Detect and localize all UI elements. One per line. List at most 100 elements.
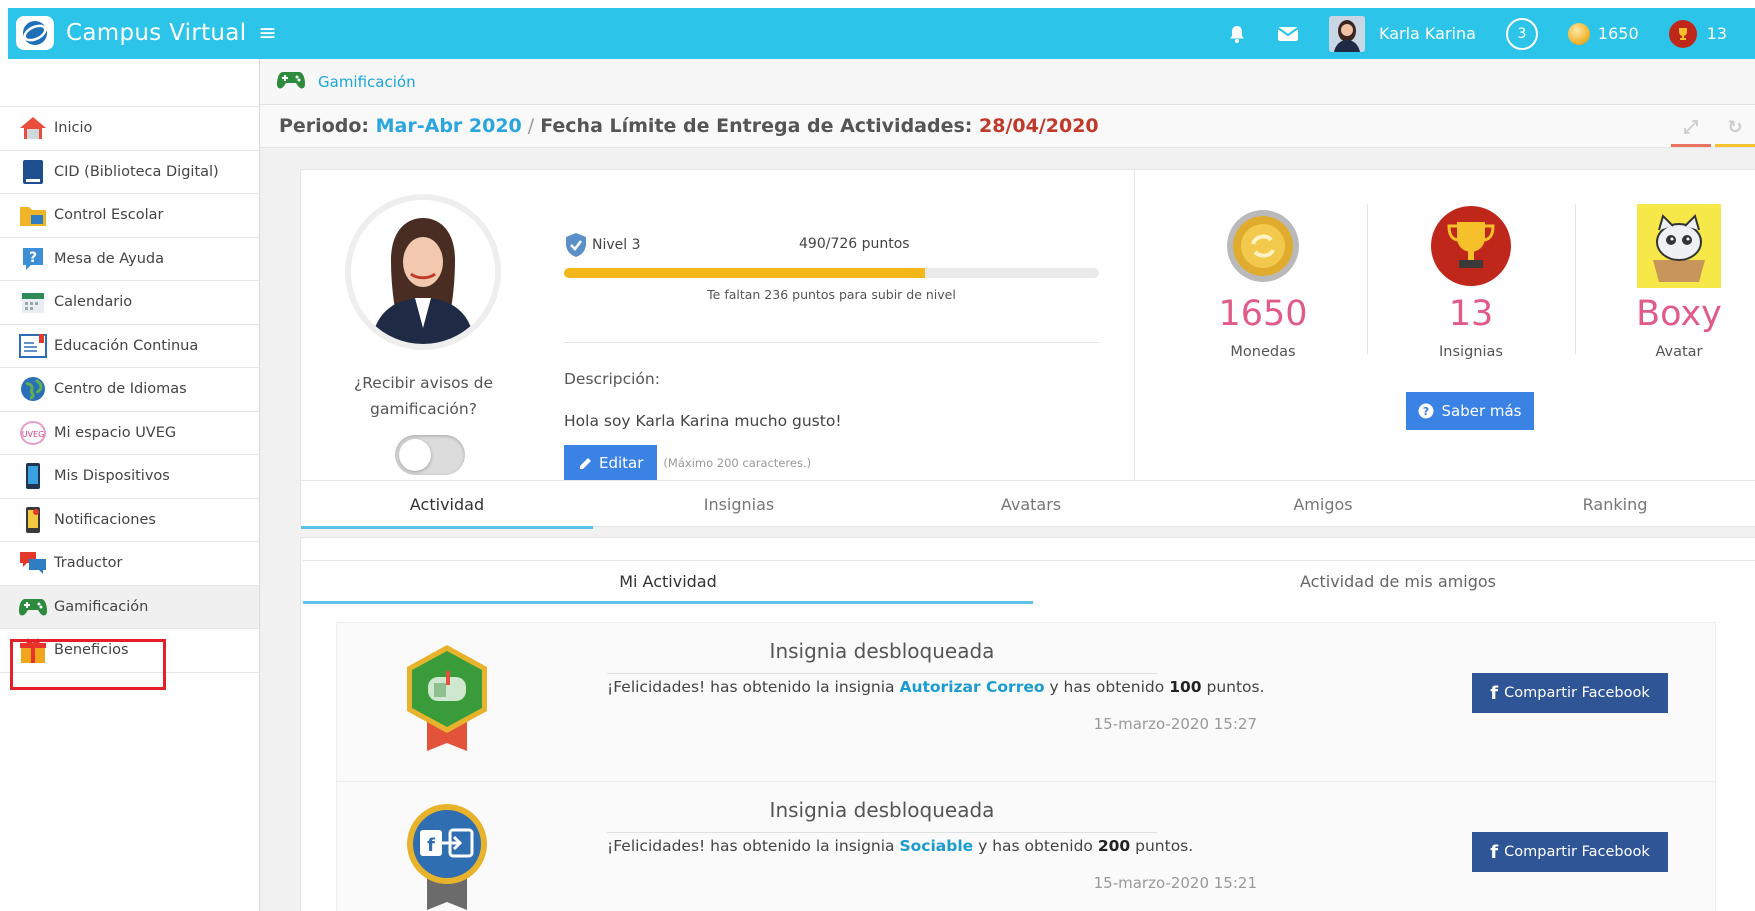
edit-description-button[interactable]: Editar (564, 445, 658, 481)
brand[interactable]: Campus Virtual ≡ (16, 16, 277, 50)
feed-badge-name[interactable]: Sociable (899, 837, 973, 855)
sidebar-item-calendario[interactable]: Calendario (0, 281, 259, 325)
feed-date: 15-marzo-2020 15:21 (1093, 874, 1257, 892)
vertical-divider (1134, 170, 1135, 480)
svg-text:?: ? (1423, 405, 1429, 418)
user-menu[interactable]: Karla Karina (1329, 15, 1476, 52)
user-avatar (1329, 15, 1365, 52)
menu-toggle-icon[interactable]: ≡ (258, 21, 276, 46)
fullscreen-icon[interactable]: ⤢ (1671, 117, 1711, 147)
activity-subtabs: Mi Actividad Actividad de mis amigos (303, 560, 1755, 604)
edit-hint: (Máximo 200 caracteres.) (663, 456, 812, 470)
question-circle-icon: ? (1418, 403, 1434, 419)
folder-icon (18, 200, 48, 230)
profile-photo (351, 200, 495, 344)
sidebar-item-label: Calendario (54, 294, 133, 311)
sidebar-item-cid[interactable]: CID (Biblioteca Digital) (0, 151, 259, 194)
divider (564, 342, 1099, 343)
sidebar-item-label: Educación Continua (54, 337, 199, 354)
avatar-label: Avatar (1655, 344, 1703, 360)
sidebar-item-label: Gamificación (54, 598, 149, 615)
sidebar-item-inicio[interactable]: Inicio (0, 107, 259, 151)
feed-badge-name[interactable]: Autorizar Correo (899, 678, 1044, 696)
feed-text-mid: y has obtenido (973, 837, 1098, 855)
share-facebook-button[interactable]: f Compartir Facebook (1472, 832, 1668, 872)
sidebar-item-beneficios[interactable]: Beneficios (0, 629, 259, 673)
tab-amigos[interactable]: Amigos (1177, 481, 1469, 527)
trophies-indicator[interactable]: 13 (1668, 19, 1727, 48)
help-icon: ? (18, 244, 48, 274)
feed-title: Insignia desbloqueada (769, 798, 995, 822)
tab-ranking[interactable]: Ranking (1469, 481, 1755, 527)
refresh-icon[interactable]: ↻ (1715, 117, 1755, 147)
stat-divider (1367, 204, 1368, 354)
coins-value: 1650 (1218, 294, 1308, 334)
list-item: f Insignia desbloqueada ¡Felicidades! ha… (336, 782, 1716, 911)
user-name: Karla Karina (1379, 24, 1476, 43)
tab-insignias[interactable]: Insignias (593, 481, 885, 527)
share-label: Compartir Facebook (1504, 844, 1650, 860)
stat-divider (1575, 204, 1576, 354)
feed-text-mid: y has obtenido (1044, 678, 1170, 696)
mail-icon[interactable] (1277, 26, 1299, 42)
level-progress-bar (564, 268, 1099, 278)
badges-stat: 13 Insignias (1369, 204, 1573, 360)
learn-more-label: Saber más (1441, 402, 1522, 420)
profile-card: ¿Recibir avisos de gamificación? Nivel 3… (300, 169, 1755, 529)
document-icon (18, 331, 48, 361)
activity-panel: Mi Actividad Actividad de mis amigos Ins… (300, 537, 1755, 911)
level-remaining: Te faltan 236 puntos para subir de nivel (707, 287, 956, 302)
divider (607, 832, 1157, 833)
feed-text-post: puntos. (1201, 678, 1265, 696)
sidebar-item-centro-idiomas[interactable]: Centro de Idiomas (0, 368, 259, 412)
phone-icon (18, 461, 48, 491)
bell-icon[interactable] (1227, 24, 1247, 44)
feed-text: ¡Felicidades! has obtenido la insignia A… (607, 678, 1265, 696)
notification-phone-icon (18, 505, 48, 535)
space-icon: UVEG (18, 418, 48, 448)
list-item: Insignia desbloqueada ¡Felicidades! has … (336, 622, 1716, 782)
notify-label: ¿Recibir avisos de gamificación? (353, 374, 494, 418)
tab-actividad-amigos[interactable]: Actividad de mis amigos (1033, 561, 1755, 602)
breadcrumb-label[interactable]: Gamificación (318, 73, 416, 91)
book-icon (18, 157, 48, 187)
facebook-icon: f (1490, 682, 1499, 704)
sidebar-item-control-escolar[interactable]: Control Escolar (0, 194, 259, 238)
sidebar-item-mis-dispositivos[interactable]: Mis Dispositivos (0, 455, 259, 499)
deadline-label: Fecha Límite de Entrega de Actividades: (540, 115, 973, 137)
sidebar-item-label: Beneficios (54, 642, 129, 659)
app-title: Campus Virtual (66, 20, 247, 46)
sidebar-item-mesa-ayuda[interactable]: ? Mesa de Ayuda (0, 238, 259, 281)
tab-avatars[interactable]: Avatars (885, 481, 1177, 527)
main-content: Gamificación Periodo: Mar-Abr 2020 / Fec… (260, 59, 1755, 911)
breadcrumb: Gamificación (260, 59, 1755, 105)
sidebar-item-label: Inicio (54, 120, 93, 137)
description-text: Hola soy Karla Karina mucho gusto! (564, 412, 842, 430)
sidebar-item-label: Traductor (54, 555, 123, 572)
feed-title: Insignia desbloqueada (769, 639, 995, 663)
trophy-icon (1668, 19, 1697, 48)
coin-icon (1221, 204, 1305, 288)
sidebar-item-mi-espacio[interactable]: UVEG Mi espacio UVEG (0, 412, 259, 455)
level-points: 490/726 puntos (799, 236, 910, 252)
sidebar-item-educacion-continua[interactable]: Educación Continua (0, 325, 259, 368)
badges-value: 13 (1448, 294, 1494, 334)
feed-text-pre: ¡Felicidades! has obtenido la insignia (607, 678, 900, 696)
tab-actividad[interactable]: Actividad (301, 481, 593, 529)
share-facebook-button[interactable]: f Compartir Facebook (1472, 673, 1668, 713)
sidebar-item-gamificacion[interactable]: Gamificación (0, 585, 259, 629)
coins-indicator[interactable]: 1650 (1567, 22, 1639, 45)
feed-text-pre: ¡Felicidades! has obtenido la insignia (607, 837, 900, 855)
level-column: Nivel 3 490/726 puntos Te faltan 236 pun… (564, 170, 1099, 481)
sidebar-item-traductor[interactable]: Traductor (0, 542, 259, 586)
feed-text-post: puntos. (1130, 837, 1194, 855)
notify-toggle[interactable] (395, 435, 465, 475)
trophy-icon (1429, 204, 1513, 288)
feed-date: 15-marzo-2020 15:27 (1093, 715, 1257, 733)
sidebar-item-notificaciones[interactable]: Notificaciones (0, 499, 259, 542)
learn-more-button[interactable]: ? Saber más (1406, 392, 1534, 430)
activity-feed: Insignia desbloqueada ¡Felicidades! has … (336, 622, 1716, 911)
level-indicator[interactable]: 3 (1505, 17, 1538, 50)
share-label: Compartir Facebook (1504, 685, 1650, 701)
tab-mi-actividad[interactable]: Mi Actividad (303, 561, 1033, 604)
